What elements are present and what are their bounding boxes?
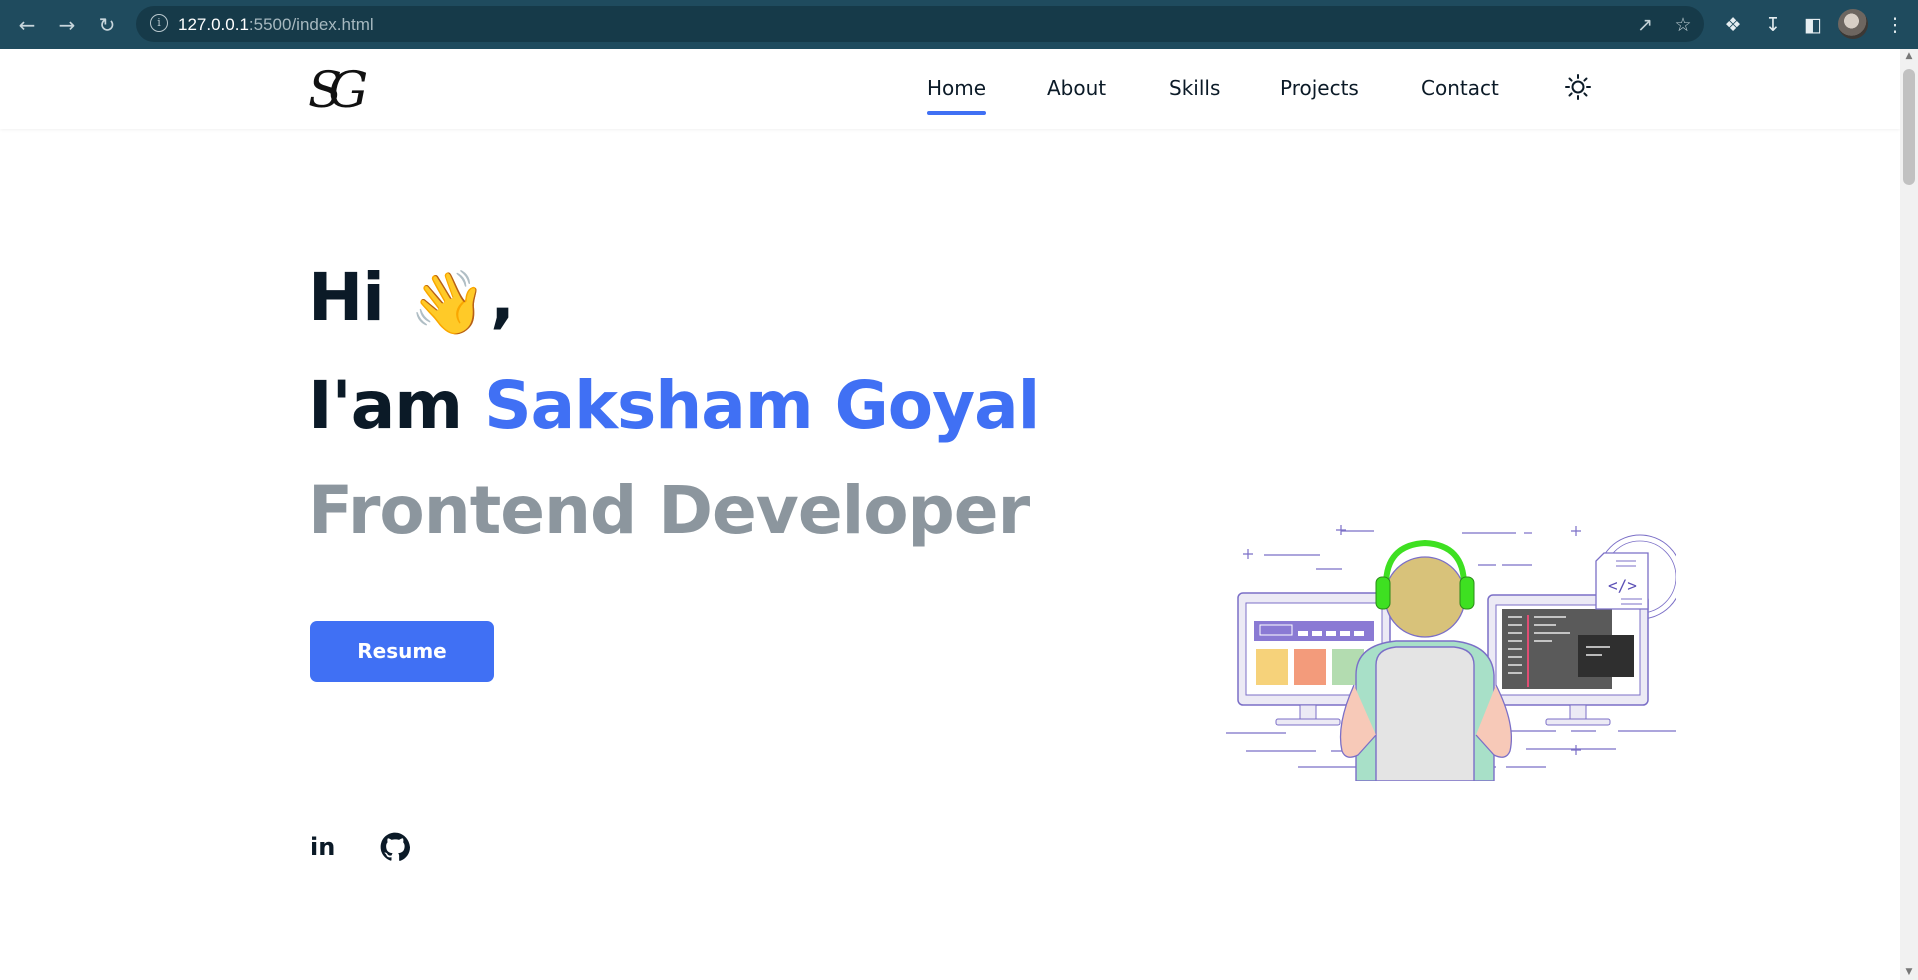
github-icon[interactable] (380, 832, 410, 862)
nav-skills[interactable]: Skills (1169, 76, 1220, 100)
extensions-icon[interactable]: ❖ (1718, 10, 1748, 40)
page-scrollbar[interactable]: ▲ ▼ (1900, 49, 1918, 980)
site-header: SG Home About Skills Projects Contact (0, 49, 1900, 129)
download-icon[interactable]: ↧ (1758, 10, 1788, 40)
nav-projects[interactable]: Projects (1280, 76, 1359, 100)
menu-icon[interactable]: ⋮ (1880, 10, 1910, 40)
hero-greeting: Hi 👋, (308, 259, 515, 340)
greeting-text: Hi (308, 259, 385, 336)
site-logo[interactable]: SG (308, 61, 368, 119)
hero-intro: I'am Saksham Goyal (308, 367, 1040, 444)
intro-prefix: I'am (308, 367, 463, 444)
reload-icon[interactable]: ↻ (92, 10, 122, 40)
browser-toolbar: ← → ↻ i 127.0.0.1:5500/index.html ↗ ☆ ❖ … (0, 0, 1918, 49)
nav-contact[interactable]: Contact (1421, 76, 1499, 100)
linkedin-icon[interactable]: in (310, 832, 340, 862)
address-bar[interactable]: i 127.0.0.1:5500/index.html ↗ ☆ (136, 6, 1704, 42)
nav-about[interactable]: About (1047, 76, 1106, 100)
sun-icon[interactable] (1564, 73, 1592, 101)
developer-illustration: </> (1226, 525, 1676, 781)
resume-button[interactable]: Resume (310, 621, 494, 682)
page: SG Home About Skills Projects Contact Hi… (0, 49, 1900, 980)
scroll-down-icon[interactable]: ▼ (1904, 967, 1914, 977)
profile-avatar[interactable] (1838, 9, 1868, 39)
nav-home[interactable]: Home (927, 76, 987, 115)
arrow-left-icon[interactable]: ← (12, 10, 42, 40)
share-icon[interactable]: ↗ (1632, 12, 1658, 38)
info-icon[interactable]: i (150, 14, 168, 32)
side-panel-icon[interactable]: ◧ (1798, 10, 1828, 40)
hero-name: Saksham Goyal (484, 367, 1040, 444)
arrow-right-icon[interactable]: → (52, 10, 82, 40)
waving-hand-icon: 👋 (409, 266, 487, 339)
url-text[interactable]: 127.0.0.1:5500/index.html (178, 15, 374, 35)
svg-text:</>: </> (1608, 576, 1637, 595)
hero-role: Frontend Developer (308, 472, 1030, 549)
scroll-up-icon[interactable]: ▲ (1904, 51, 1914, 61)
scrollbar-thumb[interactable] (1903, 69, 1915, 185)
greeting-comma: , (490, 259, 515, 336)
star-icon[interactable]: ☆ (1670, 12, 1696, 38)
